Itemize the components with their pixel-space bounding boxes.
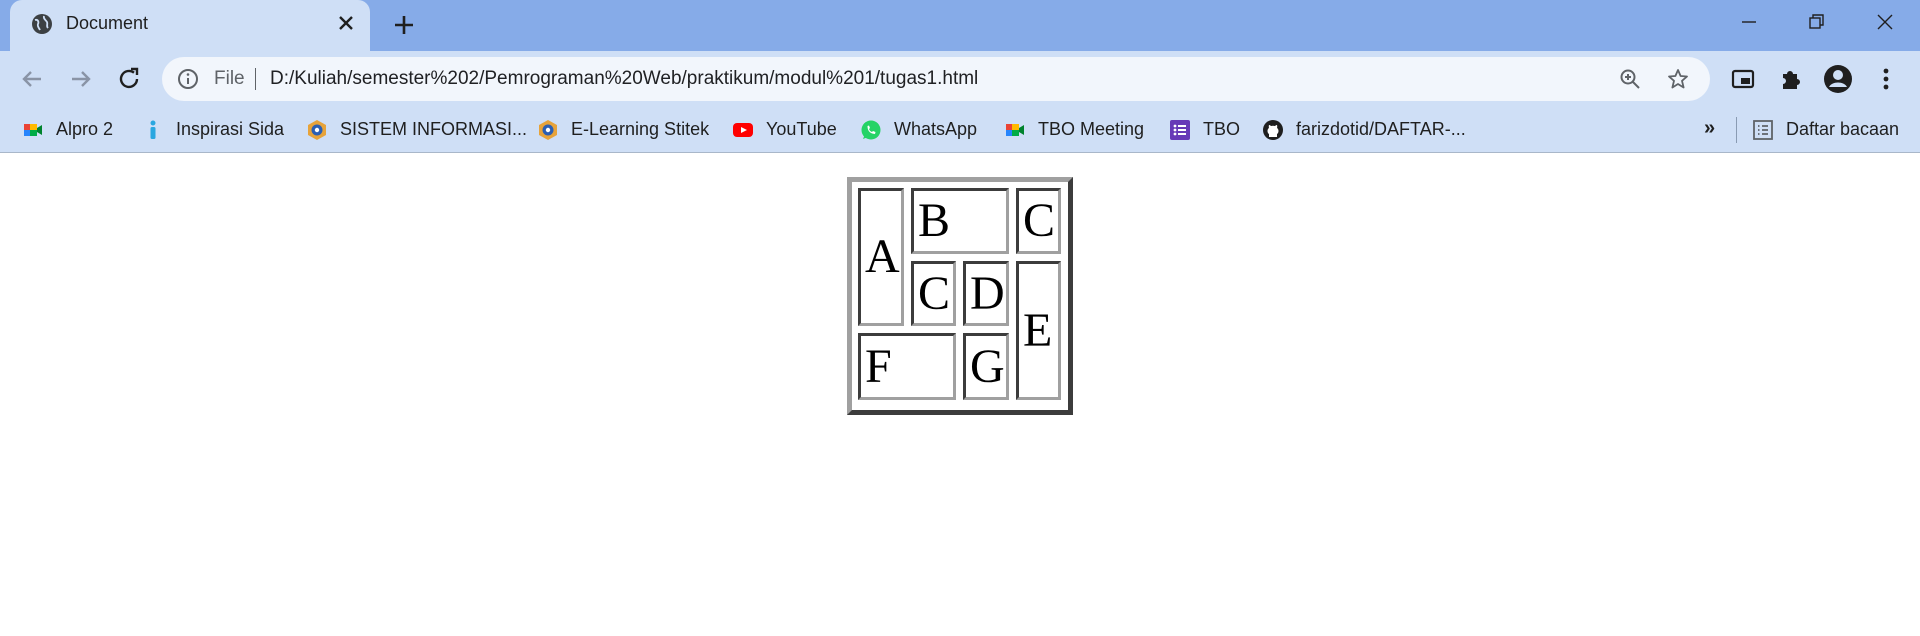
google-meet-icon <box>1006 123 1024 136</box>
extensions-icon[interactable] <box>1775 63 1807 95</box>
table-cell-c-middle: C <box>911 261 956 326</box>
bookmark-star-icon[interactable] <box>1666 67 1690 91</box>
url-text[interactable]: D:/Kuliah/semester%202/Pemrograman%20Web… <box>270 68 978 90</box>
table-cell-g: G <box>963 333 1009 400</box>
whatsapp-icon <box>861 120 881 139</box>
active-tab[interactable]: Document <box>10 0 370 51</box>
campus-logo-icon <box>539 119 557 140</box>
table-cell-c-top: C <box>1016 188 1061 254</box>
reading-list-button[interactable]: Daftar bacaan <box>1752 107 1899 152</box>
menu-kebab-icon[interactable] <box>1870 63 1902 95</box>
tab-title: Document <box>66 13 149 33</box>
minimize-icon[interactable] <box>1734 10 1764 34</box>
bookmark-inspirasi-sida[interactable]: Inspirasi Sida <box>142 107 284 152</box>
address-divider <box>255 68 256 90</box>
back-icon[interactable] <box>16 63 48 95</box>
reload-icon[interactable] <box>113 63 145 95</box>
bookmark-whatsapp[interactable]: WhatsApp <box>860 107 977 152</box>
site-info-icon[interactable] <box>176 67 200 91</box>
table-cell-e: E <box>1016 261 1061 400</box>
bookmark-youtube[interactable]: YouTube <box>732 107 837 152</box>
google-meet-icon <box>24 123 42 136</box>
bookmark-e-learning-stitek[interactable]: E-Learning Stitek <box>537 107 709 152</box>
globe-icon <box>32 14 52 34</box>
reading-list-icon <box>1753 119 1773 140</box>
toolbar: File D:/Kuliah/semester%202/Pemrograman%… <box>0 51 1920 107</box>
restore-icon[interactable] <box>1801 10 1831 34</box>
zoom-icon[interactable] <box>1618 67 1642 91</box>
info-icon <box>150 120 156 139</box>
new-tab-icon[interactable] <box>392 13 416 37</box>
table-cell-d: D <box>963 261 1009 326</box>
bookmark-sistem-informasi[interactable]: SISTEM INFORMASI... <box>306 107 527 152</box>
table-cell-a: A <box>858 188 904 326</box>
address-bar[interactable]: File D:/Kuliah/semester%202/Pemrograman%… <box>162 57 1710 101</box>
bookmark-tbo-meeting[interactable]: TBO Meeting <box>1004 107 1144 152</box>
github-icon <box>1263 119 1283 140</box>
letter-table: A B C C D E F G <box>847 177 1073 415</box>
bookmarks-divider <box>1736 117 1737 143</box>
close-tab-icon[interactable] <box>336 13 356 33</box>
picture-in-picture-icon[interactable] <box>1727 63 1759 95</box>
table-cell-f: F <box>858 333 956 400</box>
bookmarks-overflow-button[interactable]: » <box>1704 117 1715 140</box>
close-window-icon[interactable] <box>1870 10 1900 34</box>
title-bar: Document <box>0 0 1920 51</box>
bookmark-farizdotid[interactable]: farizdotid/DAFTAR-... <box>1262 107 1466 152</box>
forward-icon[interactable] <box>65 63 97 95</box>
bookmark-alpro-2[interactable]: Alpro 2 <box>22 107 113 152</box>
profile-avatar-icon[interactable] <box>1822 63 1854 95</box>
bookmark-tbo[interactable]: TBO <box>1169 107 1240 152</box>
youtube-icon <box>733 122 753 137</box>
google-forms-icon <box>1170 119 1190 140</box>
bookmarks-bar: Alpro 2 Inspirasi Sida SISTEM INFORMASI.… <box>0 107 1920 153</box>
campus-logo-icon <box>308 119 326 140</box>
table-cell-b: B <box>911 188 1009 254</box>
url-scheme-label: File <box>214 68 245 89</box>
